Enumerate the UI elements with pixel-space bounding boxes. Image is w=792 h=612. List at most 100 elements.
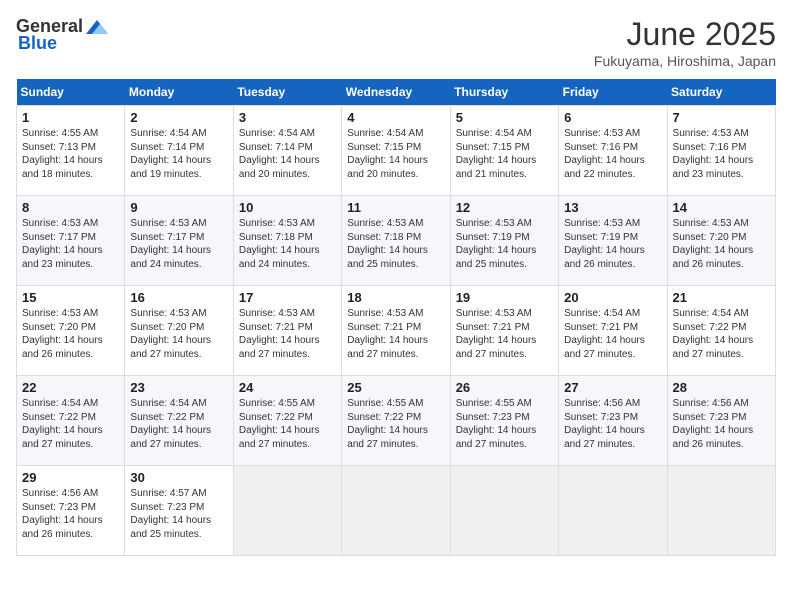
table-row: 8 Sunrise: 4:53 AMSunset: 7:17 PMDayligh… bbox=[17, 196, 125, 286]
day-number: 22 bbox=[22, 380, 119, 395]
table-row bbox=[559, 466, 667, 556]
day-number: 1 bbox=[22, 110, 119, 125]
day-number: 30 bbox=[130, 470, 227, 485]
day-info: Sunrise: 4:53 AMSunset: 7:18 PMDaylight:… bbox=[347, 218, 428, 270]
day-number: 14 bbox=[673, 200, 770, 215]
day-number: 5 bbox=[456, 110, 553, 125]
table-row: 21 Sunrise: 4:54 AMSunset: 7:22 PMDaylig… bbox=[667, 286, 775, 376]
day-number: 6 bbox=[564, 110, 661, 125]
day-number: 21 bbox=[673, 290, 770, 305]
col-monday: Monday bbox=[125, 79, 233, 106]
logo-icon bbox=[86, 20, 108, 34]
logo-blue: Blue bbox=[18, 33, 57, 54]
table-row: 6 Sunrise: 4:53 AMSunset: 7:16 PMDayligh… bbox=[559, 106, 667, 196]
table-row: 15 Sunrise: 4:53 AMSunset: 7:20 PMDaylig… bbox=[17, 286, 125, 376]
table-row: 23 Sunrise: 4:54 AMSunset: 7:22 PMDaylig… bbox=[125, 376, 233, 466]
table-row: 24 Sunrise: 4:55 AMSunset: 7:22 PMDaylig… bbox=[233, 376, 341, 466]
day-number: 16 bbox=[130, 290, 227, 305]
table-row: 1 Sunrise: 4:55 AMSunset: 7:13 PMDayligh… bbox=[17, 106, 125, 196]
table-row: 3 Sunrise: 4:54 AMSunset: 7:14 PMDayligh… bbox=[233, 106, 341, 196]
day-number: 7 bbox=[673, 110, 770, 125]
day-number: 25 bbox=[347, 380, 444, 395]
title-block: June 2025 Fukuyama, Hiroshima, Japan bbox=[594, 16, 776, 69]
day-number: 4 bbox=[347, 110, 444, 125]
day-info: Sunrise: 4:54 AMSunset: 7:22 PMDaylight:… bbox=[673, 308, 754, 360]
day-number: 23 bbox=[130, 380, 227, 395]
calendar-row: 22 Sunrise: 4:54 AMSunset: 7:22 PMDaylig… bbox=[17, 376, 776, 466]
table-row: 20 Sunrise: 4:54 AMSunset: 7:21 PMDaylig… bbox=[559, 286, 667, 376]
day-info: Sunrise: 4:56 AMSunset: 7:23 PMDaylight:… bbox=[22, 488, 103, 540]
table-row: 22 Sunrise: 4:54 AMSunset: 7:22 PMDaylig… bbox=[17, 376, 125, 466]
day-info: Sunrise: 4:53 AMSunset: 7:16 PMDaylight:… bbox=[564, 128, 645, 180]
col-wednesday: Wednesday bbox=[342, 79, 450, 106]
col-thursday: Thursday bbox=[450, 79, 558, 106]
calendar-header-row: Sunday Monday Tuesday Wednesday Thursday… bbox=[17, 79, 776, 106]
day-info: Sunrise: 4:54 AMSunset: 7:22 PMDaylight:… bbox=[22, 398, 103, 450]
day-info: Sunrise: 4:53 AMSunset: 7:19 PMDaylight:… bbox=[456, 218, 537, 270]
day-info: Sunrise: 4:53 AMSunset: 7:16 PMDaylight:… bbox=[673, 128, 754, 180]
col-tuesday: Tuesday bbox=[233, 79, 341, 106]
table-row bbox=[450, 466, 558, 556]
day-number: 12 bbox=[456, 200, 553, 215]
day-number: 2 bbox=[130, 110, 227, 125]
day-info: Sunrise: 4:53 AMSunset: 7:19 PMDaylight:… bbox=[564, 218, 645, 270]
calendar-table: Sunday Monday Tuesday Wednesday Thursday… bbox=[16, 79, 776, 556]
day-number: 29 bbox=[22, 470, 119, 485]
day-info: Sunrise: 4:55 AMSunset: 7:23 PMDaylight:… bbox=[456, 398, 537, 450]
day-number: 18 bbox=[347, 290, 444, 305]
table-row: 30 Sunrise: 4:57 AMSunset: 7:23 PMDaylig… bbox=[125, 466, 233, 556]
calendar-row: 15 Sunrise: 4:53 AMSunset: 7:20 PMDaylig… bbox=[17, 286, 776, 376]
calendar-row: 1 Sunrise: 4:55 AMSunset: 7:13 PMDayligh… bbox=[17, 106, 776, 196]
month-title: June 2025 bbox=[594, 16, 776, 53]
table-row: 11 Sunrise: 4:53 AMSunset: 7:18 PMDaylig… bbox=[342, 196, 450, 286]
table-row: 9 Sunrise: 4:53 AMSunset: 7:17 PMDayligh… bbox=[125, 196, 233, 286]
day-info: Sunrise: 4:54 AMSunset: 7:15 PMDaylight:… bbox=[456, 128, 537, 180]
day-info: Sunrise: 4:56 AMSunset: 7:23 PMDaylight:… bbox=[673, 398, 754, 450]
day-info: Sunrise: 4:57 AMSunset: 7:23 PMDaylight:… bbox=[130, 488, 211, 540]
day-info: Sunrise: 4:54 AMSunset: 7:14 PMDaylight:… bbox=[130, 128, 211, 180]
day-info: Sunrise: 4:55 AMSunset: 7:13 PMDaylight:… bbox=[22, 128, 103, 180]
calendar-row: 8 Sunrise: 4:53 AMSunset: 7:17 PMDayligh… bbox=[17, 196, 776, 286]
day-number: 17 bbox=[239, 290, 336, 305]
table-row bbox=[667, 466, 775, 556]
day-info: Sunrise: 4:54 AMSunset: 7:21 PMDaylight:… bbox=[564, 308, 645, 360]
day-info: Sunrise: 4:53 AMSunset: 7:17 PMDaylight:… bbox=[22, 218, 103, 270]
day-info: Sunrise: 4:53 AMSunset: 7:20 PMDaylight:… bbox=[22, 308, 103, 360]
table-row bbox=[233, 466, 341, 556]
day-info: Sunrise: 4:54 AMSunset: 7:14 PMDaylight:… bbox=[239, 128, 320, 180]
table-row: 2 Sunrise: 4:54 AMSunset: 7:14 PMDayligh… bbox=[125, 106, 233, 196]
table-row: 16 Sunrise: 4:53 AMSunset: 7:20 PMDaylig… bbox=[125, 286, 233, 376]
logo: General Blue bbox=[16, 16, 109, 54]
day-info: Sunrise: 4:53 AMSunset: 7:17 PMDaylight:… bbox=[130, 218, 211, 270]
day-info: Sunrise: 4:55 AMSunset: 7:22 PMDaylight:… bbox=[239, 398, 320, 450]
table-row bbox=[342, 466, 450, 556]
table-row: 25 Sunrise: 4:55 AMSunset: 7:22 PMDaylig… bbox=[342, 376, 450, 466]
day-info: Sunrise: 4:53 AMSunset: 7:20 PMDaylight:… bbox=[673, 218, 754, 270]
page-header: General Blue June 2025 Fukuyama, Hiroshi… bbox=[16, 16, 776, 69]
table-row: 7 Sunrise: 4:53 AMSunset: 7:16 PMDayligh… bbox=[667, 106, 775, 196]
day-info: Sunrise: 4:53 AMSunset: 7:21 PMDaylight:… bbox=[456, 308, 537, 360]
table-row: 12 Sunrise: 4:53 AMSunset: 7:19 PMDaylig… bbox=[450, 196, 558, 286]
day-number: 8 bbox=[22, 200, 119, 215]
day-number: 24 bbox=[239, 380, 336, 395]
day-info: Sunrise: 4:53 AMSunset: 7:21 PMDaylight:… bbox=[347, 308, 428, 360]
day-number: 15 bbox=[22, 290, 119, 305]
day-info: Sunrise: 4:55 AMSunset: 7:22 PMDaylight:… bbox=[347, 398, 428, 450]
col-sunday: Sunday bbox=[17, 79, 125, 106]
day-number: 19 bbox=[456, 290, 553, 305]
table-row: 19 Sunrise: 4:53 AMSunset: 7:21 PMDaylig… bbox=[450, 286, 558, 376]
table-row: 13 Sunrise: 4:53 AMSunset: 7:19 PMDaylig… bbox=[559, 196, 667, 286]
table-row: 5 Sunrise: 4:54 AMSunset: 7:15 PMDayligh… bbox=[450, 106, 558, 196]
table-row: 26 Sunrise: 4:55 AMSunset: 7:23 PMDaylig… bbox=[450, 376, 558, 466]
day-number: 26 bbox=[456, 380, 553, 395]
col-friday: Friday bbox=[559, 79, 667, 106]
day-number: 20 bbox=[564, 290, 661, 305]
table-row: 17 Sunrise: 4:53 AMSunset: 7:21 PMDaylig… bbox=[233, 286, 341, 376]
day-number: 10 bbox=[239, 200, 336, 215]
day-number: 28 bbox=[673, 380, 770, 395]
table-row: 4 Sunrise: 4:54 AMSunset: 7:15 PMDayligh… bbox=[342, 106, 450, 196]
day-info: Sunrise: 4:53 AMSunset: 7:21 PMDaylight:… bbox=[239, 308, 320, 360]
table-row: 14 Sunrise: 4:53 AMSunset: 7:20 PMDaylig… bbox=[667, 196, 775, 286]
table-row: 18 Sunrise: 4:53 AMSunset: 7:21 PMDaylig… bbox=[342, 286, 450, 376]
day-number: 13 bbox=[564, 200, 661, 215]
